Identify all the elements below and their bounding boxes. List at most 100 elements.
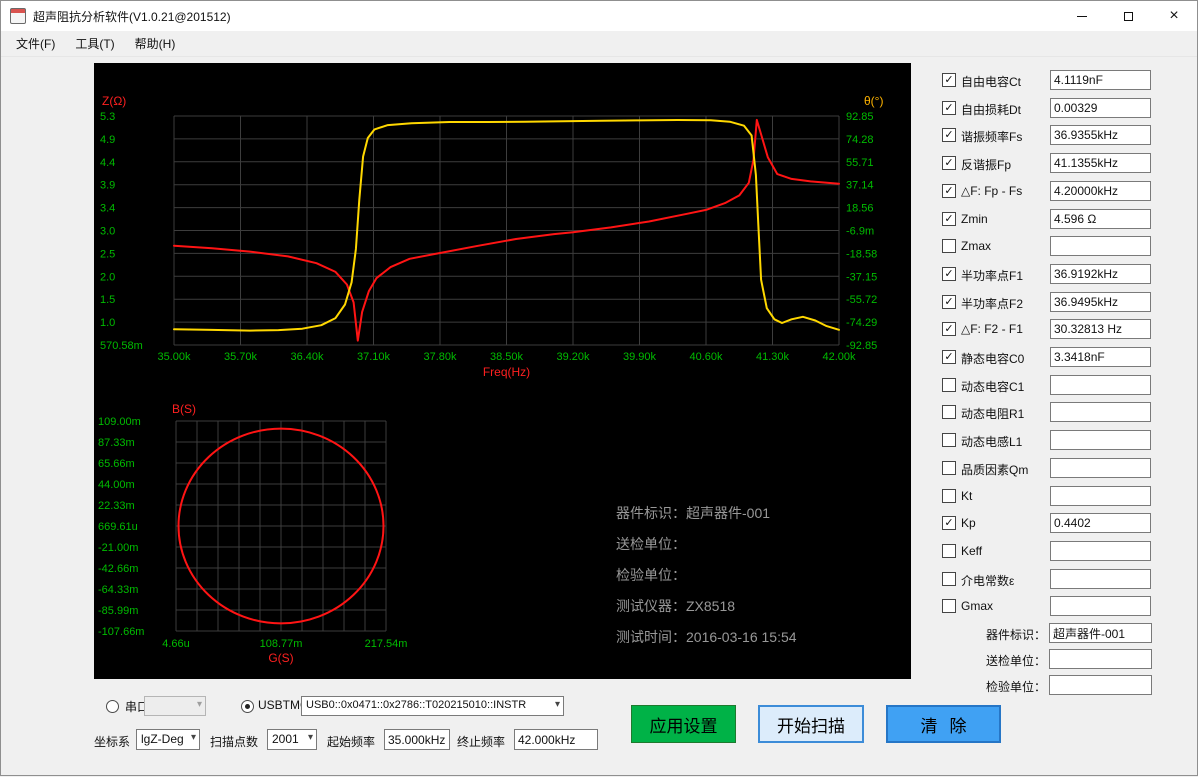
tick-label: -64.33m xyxy=(98,584,138,596)
param-label: △F: F2 - F1 xyxy=(961,322,1023,336)
param-row: ✓ △F: F2 - F1 xyxy=(936,321,1198,341)
param-value-input[interactable] xyxy=(1050,181,1151,201)
coord-system-label: 坐标系 xyxy=(94,733,130,750)
param-checkbox-10[interactable]: ✓ xyxy=(942,350,956,364)
param-row: 介电常数ε xyxy=(936,571,1198,591)
param-value-input[interactable] xyxy=(1050,596,1151,616)
device-id-input[interactable] xyxy=(1049,623,1152,643)
param-value-input[interactable] xyxy=(1050,402,1151,422)
tick-label: 37.80k xyxy=(423,351,457,363)
param-checkbox-12[interactable] xyxy=(942,405,956,419)
param-label: 自由损耗Dt xyxy=(961,101,1021,118)
param-value-input[interactable] xyxy=(1050,98,1151,118)
coord-system-value: lgZ-Deg xyxy=(141,732,184,746)
param-label: Kt xyxy=(961,489,972,503)
tick-label: 55.71 xyxy=(846,157,874,169)
start-freq-input[interactable] xyxy=(384,729,450,750)
maximize-button[interactable] xyxy=(1105,1,1151,31)
tick-label: -42.66m xyxy=(98,563,138,575)
param-checkbox-17[interactable] xyxy=(942,544,956,558)
send-unit-input[interactable] xyxy=(1049,649,1152,669)
tick-label: 40.60k xyxy=(689,351,723,363)
tick-label: 217.54m xyxy=(365,638,408,650)
tick-label: 42.00k xyxy=(822,351,856,363)
param-checkbox-11[interactable] xyxy=(942,378,956,392)
clear-button[interactable]: 清除 xyxy=(886,705,1001,743)
tick-label: 65.66m xyxy=(98,458,135,470)
param-label: Kp xyxy=(961,516,976,530)
param-value-input[interactable] xyxy=(1050,430,1151,450)
param-value-input[interactable] xyxy=(1050,458,1151,478)
param-row: ✓自由电容Ct xyxy=(936,72,1198,92)
device-id-label: 器件标识： xyxy=(936,626,1046,643)
param-checkbox-2[interactable]: ✓ xyxy=(942,128,956,142)
param-checkbox-15[interactable] xyxy=(942,489,956,503)
param-checkbox-19[interactable] xyxy=(942,599,956,613)
param-label: △F: Fp - Fs xyxy=(961,184,1022,198)
tick-label: -21.00m xyxy=(98,542,138,554)
param-value-input[interactable] xyxy=(1050,513,1151,533)
param-value-input[interactable] xyxy=(1050,375,1151,395)
coord-system-combo[interactable]: lgZ-Deg ▾ xyxy=(136,729,200,750)
plot-annotation: 测试仪器：ZX8518 xyxy=(616,596,735,616)
minimize-button[interactable] xyxy=(1059,1,1105,31)
param-row: 动态电容C1 xyxy=(936,377,1198,397)
tick-label: 44.00m xyxy=(98,479,135,491)
menu-item-file[interactable]: 文件(F) xyxy=(6,31,65,56)
param-checkbox-18[interactable] xyxy=(942,572,956,586)
param-label: 介电常数ε xyxy=(961,572,1014,589)
scan-button[interactable]: 开始扫描 xyxy=(758,705,864,743)
stop-freq-input[interactable] xyxy=(514,729,598,750)
tick-label: 37.14 xyxy=(846,180,874,192)
tick-label: 1.0 xyxy=(100,317,115,329)
tick-label: -37.15 xyxy=(846,271,877,283)
param-checkbox-0[interactable]: ✓ xyxy=(942,73,956,87)
param-value-input[interactable] xyxy=(1050,236,1151,256)
param-label: Zmax xyxy=(961,239,991,253)
param-value-input[interactable] xyxy=(1050,292,1151,312)
tick-label: 87.33m xyxy=(98,437,135,449)
param-checkbox-14[interactable] xyxy=(942,461,956,475)
tick-label: 3.4 xyxy=(100,203,115,215)
chevron-down-icon: ▾ xyxy=(191,732,196,743)
param-checkbox-8[interactable]: ✓ xyxy=(942,295,956,309)
param-value-input[interactable] xyxy=(1050,319,1151,339)
tick-label: 74.28 xyxy=(846,134,874,146)
b-axis-label: B(S) xyxy=(172,402,196,416)
usbtmc-radio[interactable] xyxy=(241,700,254,713)
serial-port-combo: ▾ xyxy=(144,696,206,716)
scan-points-combo[interactable]: 2001▾ xyxy=(267,729,317,750)
usb-address-value: USB0::0x0471::0x2786::T020215010::INSTR xyxy=(306,699,526,711)
usb-address-combo[interactable]: USB0::0x0471::0x2786::T020215010::INSTR … xyxy=(301,696,564,716)
param-checkbox-16[interactable]: ✓ xyxy=(942,516,956,530)
param-value-input[interactable] xyxy=(1050,541,1151,561)
param-row: Kt xyxy=(936,488,1198,508)
param-value-input[interactable] xyxy=(1050,209,1151,229)
param-checkbox-1[interactable]: ✓ xyxy=(942,101,956,115)
param-row: 品质因素Qm xyxy=(936,460,1198,480)
param-value-input[interactable] xyxy=(1050,125,1151,145)
param-checkbox-5[interactable]: ✓ xyxy=(942,212,956,226)
tick-label: -85.99m xyxy=(98,605,138,617)
param-checkbox-7[interactable]: ✓ xyxy=(942,267,956,281)
close-button[interactable]: × xyxy=(1151,1,1197,31)
param-checkbox-6[interactable] xyxy=(942,239,956,253)
param-checkbox-9[interactable]: ✓ xyxy=(942,322,956,336)
freq-axis-label: Freq(Hz) xyxy=(483,365,530,379)
param-checkbox-13[interactable] xyxy=(942,433,956,447)
param-row: Zmax xyxy=(936,238,1198,258)
param-value-input[interactable] xyxy=(1050,264,1151,284)
param-value-input[interactable] xyxy=(1050,347,1151,367)
menu-item-tools[interactable]: 工具(T) xyxy=(65,31,124,56)
param-value-input[interactable] xyxy=(1050,153,1151,173)
tick-label: 41.30k xyxy=(756,351,790,363)
apply-button[interactable]: 应用设置 xyxy=(631,705,736,743)
param-value-input[interactable] xyxy=(1050,486,1151,506)
menu-item-help[interactable]: 帮助(H) xyxy=(125,31,186,56)
param-value-input[interactable] xyxy=(1050,569,1151,589)
param-checkbox-3[interactable]: ✓ xyxy=(942,156,956,170)
tick-label: 570.58m xyxy=(100,340,143,352)
param-checkbox-4[interactable]: ✓ xyxy=(942,184,956,198)
param-value-input[interactable] xyxy=(1050,70,1151,90)
serial-radio[interactable] xyxy=(106,700,119,713)
